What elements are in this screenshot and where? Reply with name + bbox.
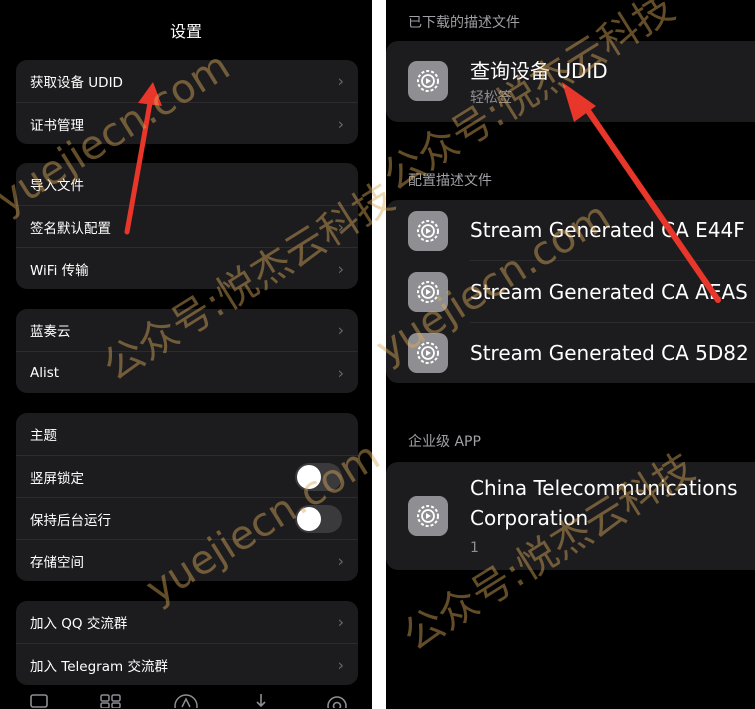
profiles-screen: 已下载的描述文件 查询设备 UDID 轻松签 配置描述文件 Stream Gen… (386, 0, 755, 709)
settings-screen: 设置 获取设备 UDID › 证书管理 › 导入文件 签名默认配置 › WiFi 传输… (0, 0, 372, 709)
red-arrow-overlay (562, 82, 721, 303)
red-arrow-overlay (124, 82, 162, 235)
